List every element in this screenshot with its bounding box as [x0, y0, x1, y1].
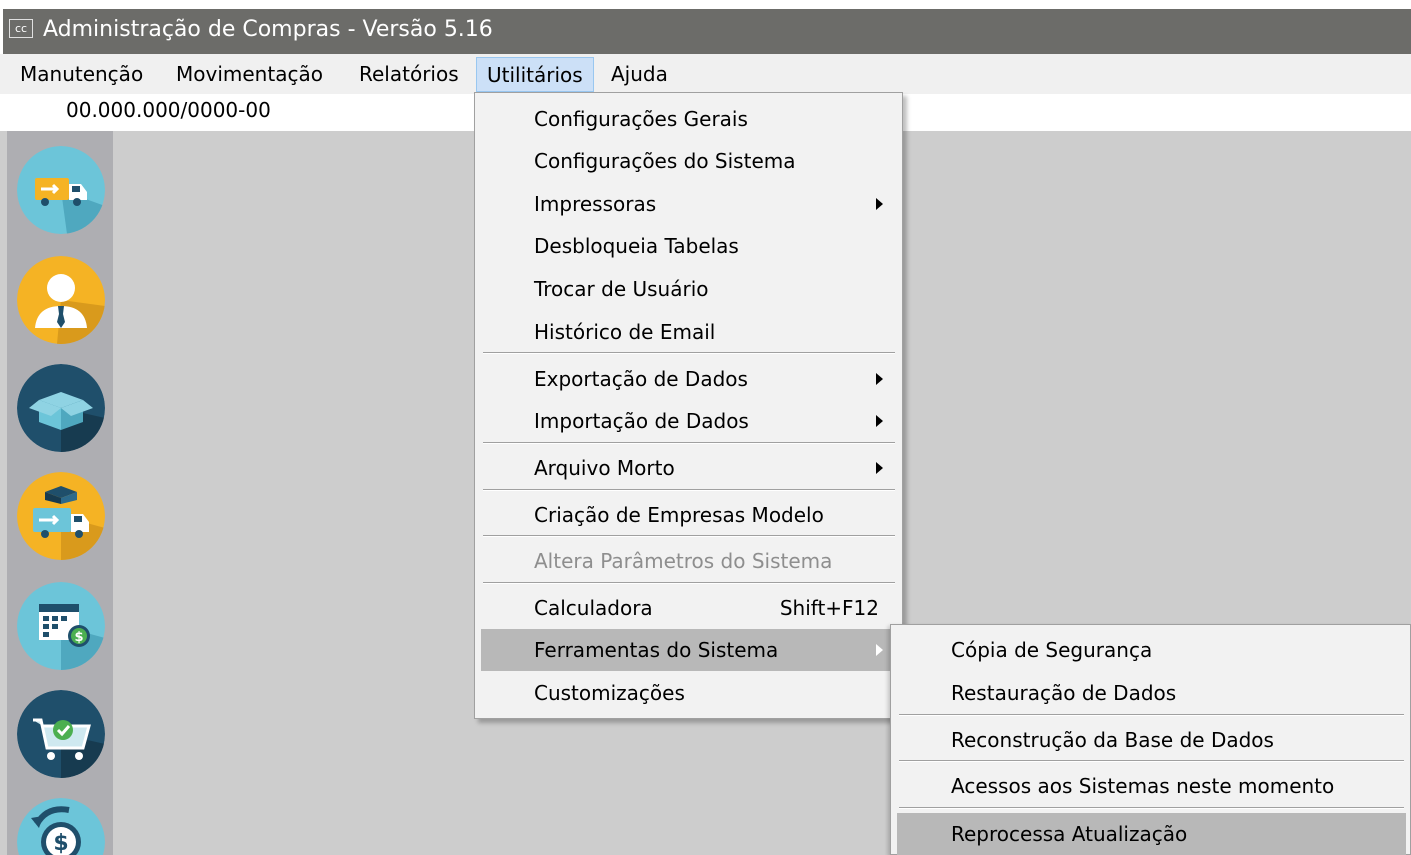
- menu-item-configuracoes-sistema[interactable]: Configurações do Sistema: [481, 140, 897, 182]
- submenu-item-copia-seguranca[interactable]: Cópia de Segurança: [897, 629, 1406, 671]
- toolbar-button-orders[interactable]: [17, 472, 105, 560]
- submenu-item-restauracao-dados[interactable]: Restauração de Dados: [897, 672, 1406, 714]
- user-icon: [17, 256, 105, 344]
- svg-text:$: $: [74, 630, 83, 645]
- menu-separator: [483, 489, 895, 491]
- menu-item-shortcut: Shift+F12: [779, 596, 879, 620]
- utilitarios-dropdown: Configurações Gerais Configurações do Si…: [474, 92, 903, 719]
- title-bar-background: cc Administração de Compras - Versão 5.1…: [3, 9, 1411, 54]
- menu-item-label: Exportação de Dados: [534, 367, 748, 391]
- submenu-arrow-icon: [876, 198, 883, 210]
- calendar-money-icon: $: [17, 582, 105, 670]
- menu-item-altera-parametros: Altera Parâmetros do Sistema: [481, 540, 897, 582]
- menu-separator: [899, 760, 1404, 762]
- open-box-icon: [17, 364, 105, 452]
- menu-utilitarios[interactable]: Utilitários: [476, 57, 594, 92]
- menu-item-historico-email[interactable]: Histórico de Email: [481, 311, 897, 353]
- window-title: Administração de Compras - Versão 5.16: [43, 17, 493, 42]
- menu-item-arquivo-morto[interactable]: Arquivo Morto: [481, 447, 897, 489]
- toolbar-button-products[interactable]: [17, 364, 105, 452]
- menu-item-trocar-usuario[interactable]: Trocar de Usuário: [481, 268, 897, 310]
- submenu-arrow-icon: [876, 462, 883, 474]
- menu-separator: [483, 535, 895, 537]
- menu-item-label: Restauração de Dados: [951, 681, 1177, 705]
- menu-item-ferramentas-sistema[interactable]: Ferramentas do Sistema: [481, 629, 897, 671]
- menu-manutencao[interactable]: Manutenção: [10, 57, 153, 92]
- menu-separator: [483, 442, 895, 444]
- submenu-item-reconstrucao-base[interactable]: Reconstrução da Base de Dados: [897, 719, 1406, 761]
- menu-separator: [899, 714, 1404, 716]
- menu-item-impressoras[interactable]: Impressoras: [481, 183, 897, 225]
- submenu-item-reprocessa-atualizacao[interactable]: Reprocessa Atualização: [897, 813, 1406, 855]
- menu-item-label: Impressoras: [534, 192, 657, 216]
- toolbar-button-purchases[interactable]: [17, 690, 105, 778]
- menu-separator: [483, 582, 895, 584]
- menu-item-label: Cópia de Segurança: [951, 638, 1153, 662]
- menu-item-label: Trocar de Usuário: [534, 277, 709, 301]
- menu-item-label: Reconstrução da Base de Dados: [951, 728, 1274, 752]
- truck-with-box-icon: [17, 472, 105, 560]
- menu-item-label: Ferramentas do Sistema: [534, 638, 779, 662]
- menu-item-label: Reprocessa Atualização: [951, 822, 1188, 846]
- menu-item-label: Acessos aos Sistemas neste momento: [951, 774, 1335, 798]
- menu-separator: [483, 352, 895, 354]
- company-cnpj: 00.000.000/0000-00: [66, 98, 271, 122]
- menu-separator: [899, 807, 1404, 809]
- menu-item-calculadora[interactable]: Calculadora Shift+F12: [481, 587, 897, 629]
- menu-item-label: Configurações do Sistema: [534, 149, 796, 173]
- toolbar-button-calendar[interactable]: $: [17, 582, 105, 670]
- ferramentas-submenu: Cópia de Segurança Restauração de Dados …: [890, 624, 1411, 855]
- menu-item-configuracoes-gerais[interactable]: Configurações Gerais: [481, 98, 897, 140]
- menu-item-label: Calculadora: [534, 596, 653, 620]
- menu-bar: Manutenção Movimentação Relatórios Utili…: [0, 54, 1411, 94]
- menu-item-label: Desbloqueia Tabelas: [534, 234, 739, 258]
- submenu-arrow-icon: [876, 644, 883, 656]
- toolbar-button-user[interactable]: [17, 256, 105, 344]
- menu-item-label: Criação de Empresas Modelo: [534, 503, 824, 527]
- menu-item-label: Altera Parâmetros do Sistema: [534, 549, 833, 573]
- menu-item-label: Arquivo Morto: [534, 456, 675, 480]
- menu-item-importacao-dados[interactable]: Importação de Dados: [481, 400, 897, 442]
- menu-item-exportacao-dados[interactable]: Exportação de Dados: [481, 358, 897, 400]
- menu-item-label: Importação de Dados: [534, 409, 749, 433]
- delivery-truck-icon: [17, 146, 105, 234]
- menu-item-label: Customizações: [534, 681, 685, 705]
- menu-item-label: Configurações Gerais: [534, 107, 748, 131]
- menu-relatorios[interactable]: Relatórios: [349, 57, 469, 92]
- menu-item-customizacoes[interactable]: Customizações: [481, 672, 897, 714]
- menu-item-criacao-empresas-modelo[interactable]: Criação de Empresas Modelo: [481, 494, 897, 536]
- title-bar: cc Administração de Compras - Versão 5.1…: [0, 0, 1411, 54]
- submenu-arrow-icon: [876, 415, 883, 427]
- submenu-item-acessos-sistemas[interactable]: Acessos aos Sistemas neste momento: [897, 765, 1406, 807]
- shopping-cart-check-icon: [17, 690, 105, 778]
- menu-item-label: Histórico de Email: [534, 320, 716, 344]
- toolbar-button-delivery[interactable]: [17, 146, 105, 234]
- svg-text:$: $: [53, 831, 68, 855]
- app-icon[interactable]: cc: [9, 19, 33, 38]
- menu-ajuda[interactable]: Ajuda: [601, 57, 678, 92]
- menu-item-desbloqueia-tabelas[interactable]: Desbloqueia Tabelas: [481, 225, 897, 267]
- menu-movimentacao[interactable]: Movimentação: [166, 57, 333, 92]
- submenu-arrow-icon: [876, 373, 883, 385]
